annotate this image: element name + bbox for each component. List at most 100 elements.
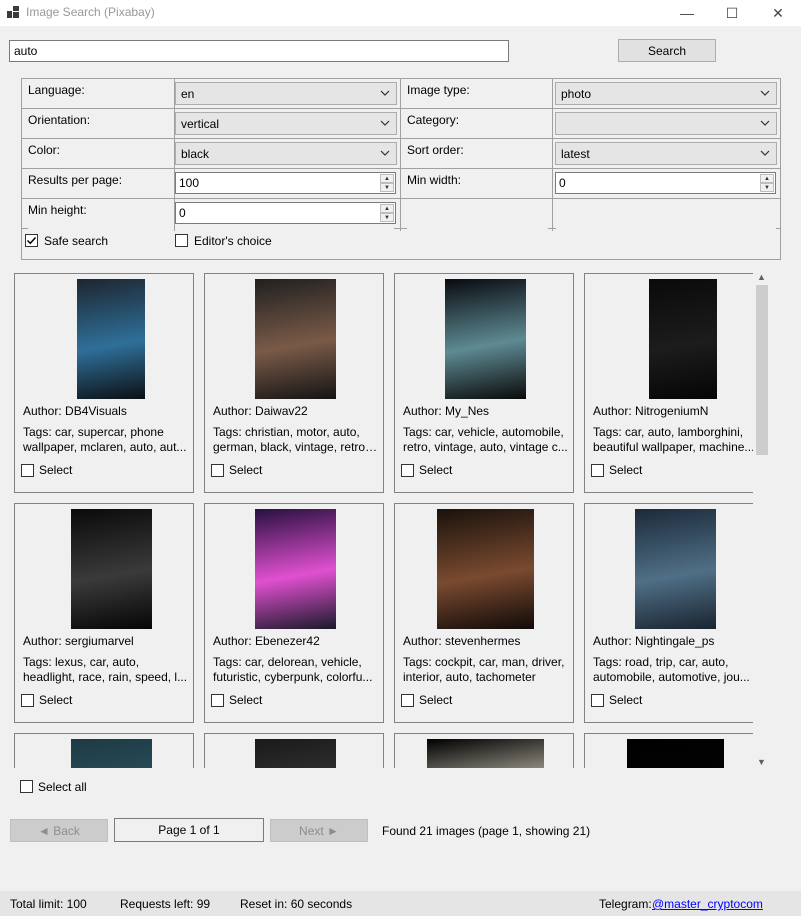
select-label[interactable]: Select [39,463,72,477]
result-thumbnail[interactable] [427,739,544,768]
scroll-down-icon[interactable]: ▼ [756,757,767,768]
checkmark-icon [26,236,37,245]
telegram-label: Telegram: [599,897,652,911]
select-checkbox[interactable] [211,694,224,707]
spin-down-icon[interactable]: ▼ [760,183,774,192]
spin-buttons[interactable]: ▲ ▼ [380,204,394,222]
result-tags: Tags: car, delorean, vehicle, futuristic,… [213,655,378,685]
spin-buttons[interactable]: ▲ ▼ [760,174,774,192]
result-thumbnail[interactable] [255,509,336,629]
result-card[interactable] [14,733,194,768]
result-thumbnail[interactable] [627,739,724,768]
chevron-down-icon [380,90,390,96]
result-card[interactable]: Author: Ebenezer42 Tags: car, delorean, v… [204,503,384,723]
image-type-select[interactable]: photo [555,82,777,105]
back-button[interactable]: ◄ Back [10,819,108,842]
select-checkbox[interactable] [401,694,414,707]
sort-order-select[interactable]: latest [555,142,777,165]
language-select[interactable]: en [175,82,397,105]
spin-down-icon[interactable]: ▼ [380,183,394,192]
filters-panel [21,78,781,260]
min-height-stepper[interactable]: 0 ▲ ▼ [175,202,396,224]
scrollbar-thumb[interactable] [756,285,768,455]
result-thumbnail[interactable] [71,509,152,629]
select-label[interactable]: Select [419,693,452,707]
result-author: Author: stevenhermes [403,634,521,648]
chevron-down-icon [760,90,770,96]
result-card[interactable] [204,733,384,768]
select-label[interactable]: Select [39,693,72,707]
result-tags-line2: wallpaper, mclaren, auto, aut... [23,440,187,454]
result-tags-line2: automobile, automotive, jou... [593,670,750,684]
safe-search-checkbox[interactable] [25,234,38,247]
results-per-page-stepper[interactable]: 100 ▲ ▼ [175,172,396,194]
close-button[interactable]: ✕ [755,0,801,26]
search-input[interactable]: auto [9,40,509,62]
select-label[interactable]: Select [419,463,452,477]
min-height-label: Min height: [28,203,87,217]
result-thumbnail[interactable] [71,739,152,768]
select-label[interactable]: Select [609,463,642,477]
orientation-select[interactable]: vertical [175,112,397,135]
spin-buttons[interactable]: ▲ ▼ [380,174,394,192]
result-thumbnail[interactable] [649,279,717,399]
result-thumbnail[interactable] [255,739,336,768]
result-card[interactable] [394,733,574,768]
minimize-button[interactable]: — [664,0,710,26]
result-tags: Tags: car, auto, lamborghini, beautiful w… [593,425,753,455]
select-checkbox[interactable] [401,464,414,477]
min-width-stepper[interactable]: 0 ▲ ▼ [555,172,776,194]
select-checkbox[interactable] [21,694,34,707]
sort-order-label: Sort order: [407,143,464,157]
spin-up-icon[interactable]: ▲ [380,174,394,183]
result-tags-line2: retro, vintage, auto, vintage c... [403,440,568,454]
result-thumbnail[interactable] [635,509,716,629]
result-card[interactable]: Author: NitrogeniumN Tags: car, auto, lam… [584,273,753,493]
safe-search-label[interactable]: Safe search [44,234,108,248]
result-tags: Tags: lexus, car, auto, headlight, race, … [23,655,188,685]
search-button[interactable]: Search [618,39,716,62]
language-value: en [181,87,195,101]
result-tags-line1: Tags: cockpit, car, man, driver, [403,655,565,669]
color-select[interactable]: black [175,142,397,165]
editors-choice-label[interactable]: Editor's choice [194,234,272,248]
select-label[interactable]: Select [229,463,262,477]
result-tags-line1: Tags: car, vehicle, automobile, [403,425,564,439]
result-card[interactable]: Author: My_Nes Tags: car, vehicle, automo… [394,273,574,493]
result-thumbnail[interactable] [77,279,145,399]
spin-up-icon[interactable]: ▲ [380,204,394,213]
result-thumbnail[interactable] [445,279,526,399]
result-card[interactable]: Author: Daiwav22 Tags: christian, motor, … [204,273,384,493]
select-all-checkbox[interactable] [20,780,33,793]
select-checkbox[interactable] [591,464,604,477]
scroll-up-icon[interactable]: ▲ [756,272,767,283]
select-checkbox[interactable] [211,464,224,477]
result-author: Author: My_Nes [403,404,490,418]
editors-choice-checkbox[interactable] [175,234,188,247]
result-thumbnail[interactable] [437,509,534,629]
result-card[interactable] [584,733,753,768]
result-author: Author: Nightingale_ps [593,634,715,648]
color-value: black [181,147,210,161]
result-card[interactable]: Author: sergiumarvel Tags: lexus, car, au… [14,503,194,723]
result-card[interactable]: Author: Nightingale_ps Tags: road, trip, … [584,503,753,723]
min-width-label: Min width: [407,173,462,187]
result-thumbnail[interactable] [255,279,336,399]
spin-up-icon[interactable]: ▲ [760,174,774,183]
orientation-label: Orientation: [28,113,91,127]
result-card[interactable]: Author: stevenhermes Tags: cockpit, car, … [394,503,574,723]
next-button[interactable]: Next ► [270,819,368,842]
category-select[interactable] [555,112,777,135]
telegram-link[interactable]: @master_cryptocom [652,897,763,911]
select-all-label[interactable]: Select all [38,780,87,794]
result-tags: Tags: road, trip, car, auto, automobile, … [593,655,753,685]
maximize-button[interactable]: ☐ [709,0,755,26]
select-label[interactable]: Select [609,693,642,707]
result-tags-line2: interior, auto, tachometer [403,670,536,684]
chevron-down-icon [760,150,770,156]
select-checkbox[interactable] [21,464,34,477]
spin-down-icon[interactable]: ▼ [380,213,394,222]
select-checkbox[interactable] [591,694,604,707]
select-label[interactable]: Select [229,693,262,707]
result-card[interactable]: Author: DB4Visuals Tags: car, supercar, p… [14,273,194,493]
